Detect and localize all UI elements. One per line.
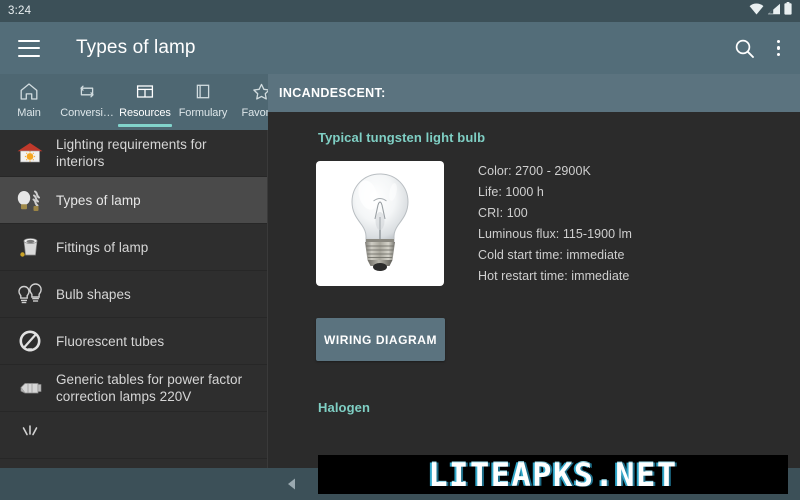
tab-strip: Main Conversi… Resources Formulary Favor: [0, 74, 268, 130]
status-bar: 3:24: [0, 0, 800, 22]
content-header-label: INCANDESCENT:: [279, 86, 386, 100]
spec-hot-restart-time: Hot restart time: immediate: [478, 269, 630, 283]
bulb-info-row: Color: 2700 - 2900K Life: 1000 h CRI: 10…: [268, 145, 800, 286]
tab-label: Resources: [119, 107, 171, 119]
sidebar-list[interactable]: Lighting requirements for interiors Type…: [0, 130, 268, 468]
book-icon: [193, 81, 213, 102]
tab-active-indicator: [118, 124, 172, 127]
battery-icon: [784, 2, 792, 20]
sidebar-item-label: Generic tables for power factor correcti…: [56, 372, 243, 404]
page-title: Types of lamp: [76, 37, 196, 58]
tab-label: Main: [17, 107, 41, 119]
status-system-icons: [749, 2, 792, 20]
tab-label: Conversi…: [60, 107, 114, 119]
app-bar-actions: [734, 38, 787, 59]
system-nav-bar: [0, 468, 800, 500]
tab-favorite[interactable]: Favorite: [232, 74, 268, 130]
sidebar-item-bulb-shapes[interactable]: Bulb shapes: [0, 271, 267, 318]
spec-color: Color: 2700 - 2900K: [478, 164, 591, 178]
two-lamps-icon: [12, 183, 48, 217]
tab-main[interactable]: Main: [0, 74, 58, 130]
back-triangle-icon[interactable]: [284, 476, 300, 492]
signal-icon: [767, 2, 781, 20]
sidebar-item-label: Fluorescent tubes: [56, 333, 165, 349]
halogen-section-title: Halogen: [318, 400, 370, 415]
house-with-sun-icon: [12, 136, 48, 170]
light-burst-icon: [12, 418, 48, 452]
search-icon[interactable]: [734, 38, 755, 59]
wiring-diagram-button[interactable]: WIRING DIAGRAM: [316, 318, 445, 361]
convert-icon: [77, 81, 97, 102]
tab-label: Favorite: [241, 107, 268, 119]
capacitor-icon: [12, 371, 48, 405]
circular-tube-icon: [12, 324, 48, 358]
lamp-socket-icon: [12, 230, 48, 264]
sidebar-item-label: Bulb shapes: [56, 286, 131, 302]
sidebar-item-fittings-of-lamp[interactable]: Fittings of lamp: [0, 224, 267, 271]
sidebar-item-power-factor-tables[interactable]: Generic tables for power factor correcti…: [0, 365, 267, 412]
content-header: INCANDESCENT:: [268, 74, 800, 112]
tab-label: Formulary: [178, 107, 228, 119]
tab-resources[interactable]: Resources: [116, 74, 174, 130]
sidebar-item-fluorescent-tubes[interactable]: Fluorescent tubes: [0, 318, 267, 365]
content-panel: Typical tungsten light bulb Color: 2700 …: [268, 112, 800, 468]
spec-life: Life: 1000 h: [478, 185, 544, 199]
incandescent-bulb-image: [316, 161, 444, 286]
sidebar-item-types-of-lamp[interactable]: Types of lamp: [0, 177, 267, 224]
sidebar-item-lighting-requirements[interactable]: Lighting requirements for interiors: [0, 130, 267, 177]
wifi-icon: [749, 2, 764, 20]
spec-list: Color: 2700 - 2900K Life: 1000 h CRI: 10…: [478, 161, 632, 286]
sidebar-item-partially-visible[interactable]: [0, 412, 267, 459]
spec-cri: CRI: 100: [478, 206, 528, 220]
app-root: 3:24 Types of lamp Main Conversi… Resour…: [0, 0, 800, 500]
overflow-menu-icon[interactable]: [776, 39, 780, 57]
home-icon: [19, 81, 39, 102]
table-columns-icon: [135, 81, 155, 102]
sidebar-item-label: Lighting requirements for interiors: [56, 137, 207, 169]
hamburger-menu-icon[interactable]: [18, 39, 40, 57]
spec-luminous-flux: Luminous flux: 115-1900 lm: [478, 227, 632, 241]
tab-conversions[interactable]: Conversi…: [58, 74, 116, 130]
tab-formulary[interactable]: Formulary: [174, 74, 232, 130]
spec-cold-start-time: Cold start time: immediate: [478, 248, 625, 262]
app-bar: Types of lamp: [0, 22, 800, 74]
sidebar-item-label: Fittings of lamp: [56, 239, 149, 255]
status-clock: 3:24: [8, 5, 32, 17]
star-icon: [251, 81, 268, 102]
section-title: Typical tungsten light bulb: [318, 130, 486, 145]
sidebar-item-label: Types of lamp: [56, 192, 141, 208]
two-bulb-outlines-icon: [12, 277, 48, 311]
